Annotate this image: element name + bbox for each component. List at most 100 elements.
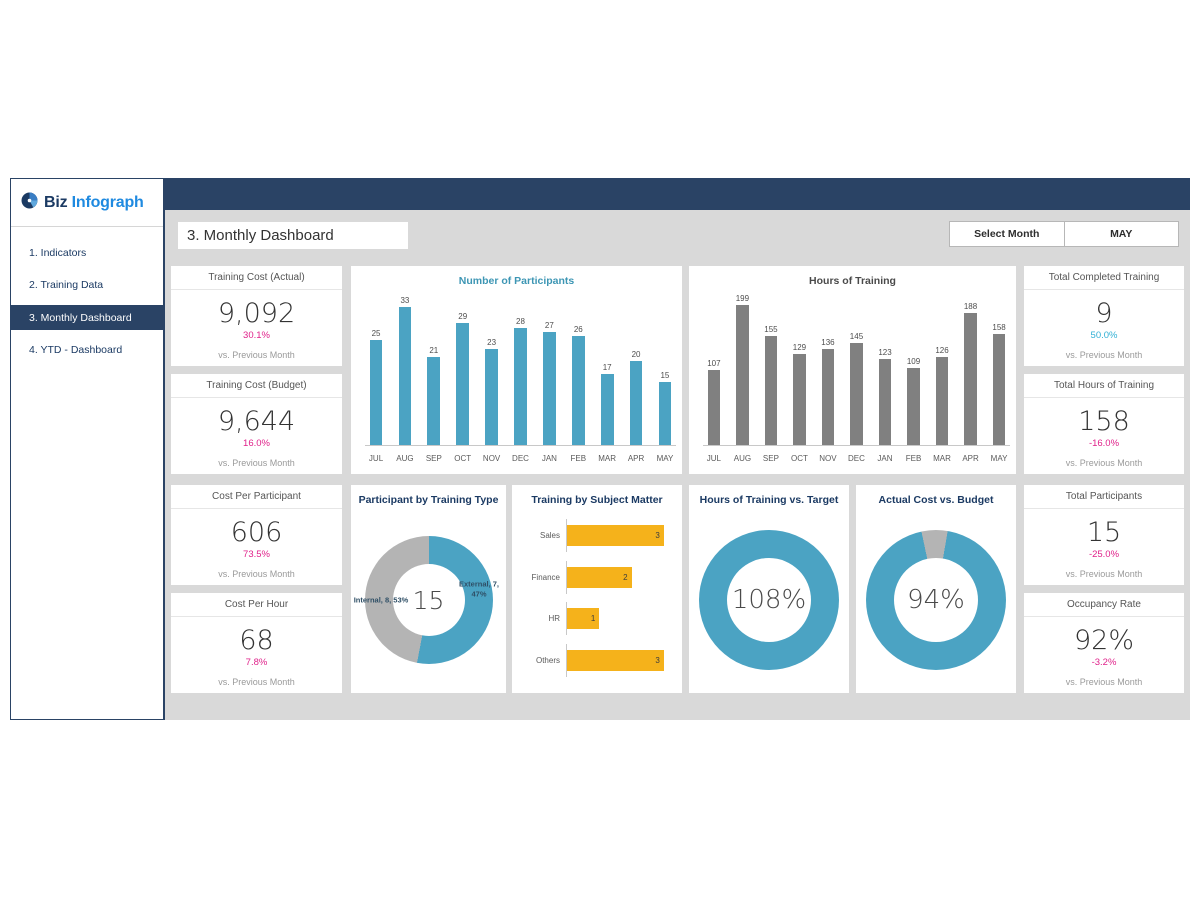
bar-value-label: 136 [821, 338, 835, 348]
donut-chart-cost-vs-budget: 94% [856, 511, 1016, 689]
chart-card-participant-by-training-type: Participant by Training Type 15 Internal… [351, 485, 506, 693]
bar-column: 188 [960, 294, 982, 445]
bar [398, 306, 412, 445]
hbar-row: HR 1 [520, 602, 670, 636]
bar [793, 354, 806, 445]
dashboard-app: Biz Infograph 1. Indicators 2. Training … [10, 178, 1190, 720]
kpi-subtitle: vs. Previous Month [1065, 677, 1143, 688]
kpi-value: 68 [239, 624, 274, 656]
bar-column: 109 [903, 294, 925, 445]
selected-month-value[interactable]: MAY [1065, 222, 1179, 246]
bar [764, 336, 778, 445]
bar [658, 382, 672, 445]
bar-axis-tick: MAR [598, 453, 617, 463]
bar-axis-tick: JUL [706, 453, 722, 463]
bar [514, 327, 527, 445]
bar-axis-tick: JUL [368, 453, 384, 463]
brand-name-part1: Biz [44, 193, 68, 211]
bar-column: 27 [538, 294, 560, 445]
hbar-category-label: Finance [531, 572, 560, 582]
bar [629, 361, 643, 445]
bar-axis-tick: AUG [396, 453, 414, 463]
bar-value-label: 28 [516, 316, 525, 326]
brand-name: Biz Infograph [44, 194, 144, 212]
sidebar-item-ytd-dashboard[interactable]: 4. YTD - Dashboard [11, 337, 163, 362]
bar-value-label: 33 [400, 295, 410, 305]
bar-column: 145 [846, 294, 868, 445]
bar-axis-tick: NOV [819, 453, 837, 463]
bar-value-label: 107 [707, 358, 721, 368]
hbar-value-label: 3 [655, 531, 660, 541]
bar-column: 129 [789, 294, 811, 445]
brand-name-part2: Infograph [71, 193, 144, 211]
hbar-track: 1 [566, 602, 670, 636]
kpi-card-occupancy-rate: Occupancy Rate 92% -3.2% vs. Previous Mo… [1024, 593, 1184, 693]
bar-value-label: 123 [878, 347, 892, 357]
hbar-value-label: 3 [655, 655, 660, 665]
hbar-category-label: Sales [539, 531, 560, 541]
donut-slice-label-external: External, 7, 47% [458, 579, 500, 599]
bar [736, 305, 749, 445]
bar-axis-tick: SEP [762, 453, 779, 463]
bar-chart-hours: 107 199 155 129 136 145 123 109 126 188 158 JUL AUG… [697, 294, 1010, 468]
kpi-title: Cost Per Hour [171, 593, 342, 617]
bar-column: 17 [596, 294, 618, 445]
chart-card-hours-vs-target: Hours of Training vs. Target 108% [689, 485, 849, 693]
kpi-card-cost-per-hour: Cost Per Hour 68 7.8% vs. Previous Month [171, 593, 342, 693]
kpi-card-total-hours-of-training: Total Hours of Training 158 -16.0% vs. P… [1024, 374, 1184, 474]
month-picker[interactable]: Select Month MAY [949, 221, 1179, 247]
bar-column: 155 [760, 294, 782, 445]
kpi-delta: 7.8% [245, 657, 268, 669]
bar [821, 349, 835, 445]
bar-value-label: 15 [660, 371, 670, 381]
bar-value-label: 25 [371, 329, 381, 339]
bar-axis-tick: OCT [791, 453, 808, 463]
bar-value-label: 23 [487, 337, 497, 347]
sidebar-item-label: 2. Training Data [29, 278, 104, 291]
chart-title: Training by Subject Matter [531, 494, 663, 506]
chart-title: Hours of Training vs. Target [699, 494, 839, 506]
kpi-value: 158 [1078, 405, 1130, 437]
sidebar: Biz Infograph 1. Indicators 2. Training … [10, 178, 165, 720]
bar-value-label: 29 [458, 312, 468, 322]
bar-value-label: 199 [735, 294, 750, 304]
kpi-value: 15 [1086, 516, 1122, 548]
hbar-row: Sales 3 [520, 519, 670, 553]
sidebar-item-training-data[interactable]: 2. Training Data [11, 272, 163, 297]
chart-title: Actual Cost vs. Budget [878, 494, 994, 506]
bar-column: 107 [703, 294, 725, 445]
bar-axis-tick: AUG [733, 453, 752, 463]
hbar-category-label: Others [535, 655, 560, 665]
kpi-subtitle: vs. Previous Month [218, 677, 295, 688]
bar-axis-tick: FEB [570, 453, 587, 463]
bar [600, 373, 614, 445]
hbar-value-label: 2 [623, 572, 628, 582]
bar [427, 356, 441, 445]
bar-column: 21 [423, 294, 445, 445]
kpi-delta: 16.0% [243, 438, 270, 450]
kpi-card-total-completed-training: Total Completed Training 9 50.0% vs. Pre… [1024, 266, 1184, 366]
kpi-subtitle: vs. Previous Month [218, 569, 295, 580]
bar [369, 340, 383, 445]
bar-axis-tick: APR [627, 453, 645, 463]
bar-axis-tick: OCT [454, 453, 472, 463]
hbar-bar: 1 [567, 608, 600, 630]
select-month-button[interactable]: Select Month [950, 222, 1065, 246]
sidebar-item-indicators[interactable]: 1. Indicators [11, 240, 163, 265]
hbar-track: 3 [566, 643, 670, 677]
chart-card-number-of-participants: Number of Participants 25 33 21 29 23 28 27 26 1… [351, 266, 682, 474]
kpi-value: 9,644 [217, 405, 296, 437]
hbar-row: Others 3 [520, 643, 670, 677]
kpi-delta: 30.1% [243, 330, 270, 342]
kpi-title: Occupancy Rate [1024, 593, 1184, 617]
sidebar-item-label: 1. Indicators [29, 246, 87, 259]
sidebar-item-monthly-dashboard[interactable]: 3. Monthly Dashboard [11, 305, 163, 330]
hbar-track: 3 [566, 519, 670, 553]
bar-column: 126 [931, 294, 953, 445]
hbar-category-label: HR [548, 614, 560, 624]
kpi-subtitle: vs. Previous Month [218, 350, 295, 361]
page-title: 3. Monthly Dashboard [178, 222, 408, 249]
kpi-delta: 50.0% [1090, 330, 1118, 342]
kpi-delta: -25.0% [1088, 549, 1120, 561]
chart-title: Hours of Training [809, 275, 896, 287]
